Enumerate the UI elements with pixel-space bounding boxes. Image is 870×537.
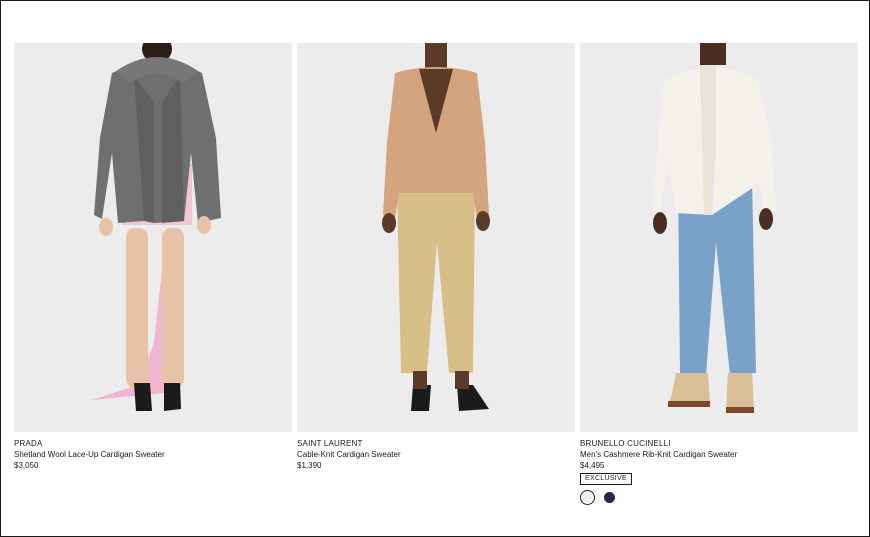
product-brand[interactable]: PRADA [14, 439, 43, 448]
product-grid: PRADA Shetland Wool Lace-Up Cardigan Swe… [14, 43, 858, 505]
product-info: PRADA Shetland Wool Lace-Up Cardigan Swe… [14, 432, 292, 471]
exclusive-badge: EXCLUSIVE [580, 473, 632, 485]
model-in-white-cardigan-illustration [652, 43, 776, 413]
product-card-prada[interactable]: PRADA Shetland Wool Lace-Up Cardigan Swe… [14, 43, 292, 505]
product-card-brunello-cucinelli[interactable]: BRUNELLO CUCINELLI Men's Cashmere Rib-Kn… [580, 43, 858, 505]
product-card-saint-laurent[interactable]: SAINT LAURENT Cable-Knit Cardigan Sweate… [297, 43, 575, 505]
model-in-tan-cardigan-illustration [382, 43, 490, 411]
model-in-grey-cardigan-illustration [92, 43, 221, 411]
product-name[interactable]: Men's Cashmere Rib-Knit Cardigan Sweater [580, 449, 858, 460]
product-image-brunello-cucinelli[interactable] [580, 43, 858, 432]
product-price: $1,390 [297, 461, 322, 470]
color-swatch-ivory[interactable] [580, 490, 595, 505]
product-price: $3,050 [14, 461, 39, 470]
product-image-prada[interactable] [14, 43, 292, 432]
product-name[interactable]: Shetland Wool Lace-Up Cardigan Sweater [14, 449, 292, 460]
product-name[interactable]: Cable-Knit Cardigan Sweater [297, 449, 575, 460]
product-brand[interactable]: BRUNELLO CUCINELLI [580, 439, 671, 448]
product-info: BRUNELLO CUCINELLI Men's Cashmere Rib-Kn… [580, 432, 858, 505]
product-price: $4,495 [580, 461, 605, 470]
product-brand[interactable]: SAINT LAURENT [297, 439, 363, 448]
product-image-saint-laurent[interactable] [297, 43, 575, 432]
page-frame: PRADA Shetland Wool Lace-Up Cardigan Swe… [0, 0, 870, 537]
color-swatch-navy[interactable] [604, 492, 615, 503]
product-info: SAINT LAURENT Cable-Knit Cardigan Sweate… [297, 432, 575, 471]
color-swatches [580, 490, 858, 505]
